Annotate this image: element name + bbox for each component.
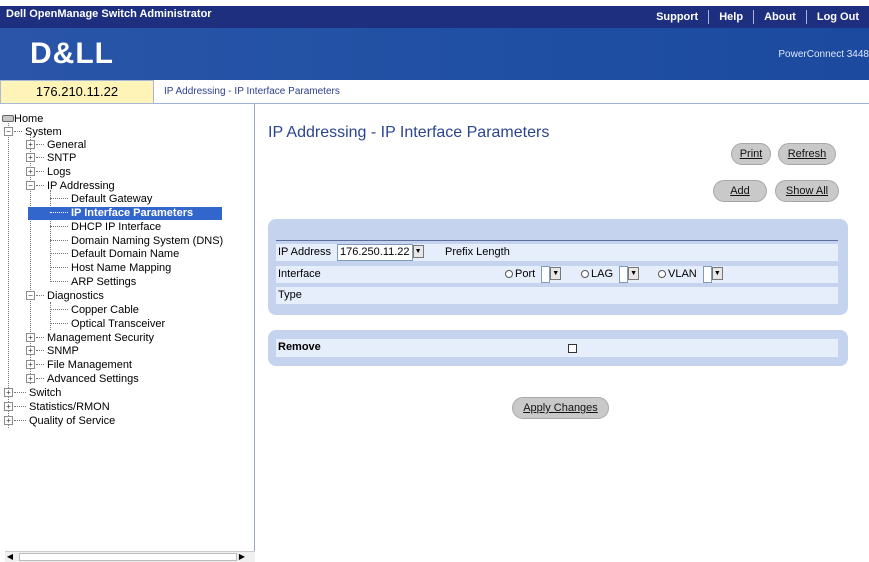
expand-icon[interactable]: + xyxy=(26,333,35,342)
expand-icon[interactable]: + xyxy=(26,167,35,176)
scroll-left-icon[interactable]: ◀ xyxy=(5,552,15,562)
app-title: Dell OpenManage Switch Administrator xyxy=(6,8,212,20)
remove-checkbox[interactable] xyxy=(568,342,577,359)
tree-ip-addressing[interactable]: − IP Addressing xyxy=(26,180,115,193)
top-bar: Dell OpenManage Switch Administrator Sup… xyxy=(0,0,869,28)
vlan-select[interactable] xyxy=(702,266,712,283)
expand-icon[interactable]: + xyxy=(26,346,35,355)
banner: D&LL PowerConnect 3448 xyxy=(0,28,869,80)
expand-icon[interactable]: + xyxy=(26,360,35,369)
expand-icon[interactable]: + xyxy=(26,153,35,162)
add-button[interactable]: Add xyxy=(713,180,767,202)
print-button[interactable]: Print xyxy=(731,143,771,165)
tree-copper-cable[interactable]: Copper Cable xyxy=(50,304,139,317)
address-row: 176.210.11.22 IP Addressing - IP Interfa… xyxy=(0,80,869,104)
page-title: IP Addressing - IP Interface Parameters xyxy=(268,124,550,141)
navigation-tree: Home − System + General + SNTP + Logs − IP Ad… xyxy=(0,104,255,562)
show-all-button[interactable]: Show All xyxy=(775,180,839,202)
tree-advanced-settings[interactable]: + Advanced Settings xyxy=(26,373,139,386)
tree-optical-transceiver[interactable]: Optical Transceiver xyxy=(50,318,165,331)
type-label: Type xyxy=(278,289,302,301)
device-ip: 176.210.11.22 xyxy=(0,80,154,104)
tree-dhcp-ip-interface[interactable]: DHCP IP Interface xyxy=(50,221,161,234)
tree-management-security[interactable]: + Management Security xyxy=(26,332,154,345)
vlan-radio[interactable] xyxy=(658,270,666,278)
expand-icon[interactable]: + xyxy=(26,374,35,383)
tree-quality-of-service[interactable]: + Quality of Service xyxy=(4,415,115,428)
tree-diagnostics[interactable]: − Diagnostics xyxy=(26,290,104,303)
tree-logs[interactable]: + Logs xyxy=(26,166,71,179)
vlan-option[interactable]: VLAN ▼ xyxy=(658,266,723,283)
apply-changes-button[interactable]: Apply Changes xyxy=(512,397,609,419)
tree-default-domain-name[interactable]: Default Domain Name xyxy=(50,248,179,261)
expand-icon[interactable]: + xyxy=(4,402,13,411)
product-name: PowerConnect 3448 xyxy=(778,49,869,60)
lag-option[interactable]: LAG ▼ xyxy=(581,266,640,283)
scroll-thumb[interactable] xyxy=(19,553,237,561)
port-option[interactable]: Port ▼ xyxy=(505,266,562,283)
tree-arp-settings[interactable]: ARP Settings xyxy=(50,276,136,289)
type-row: Type xyxy=(276,287,838,304)
tree-home[interactable]: Home xyxy=(2,113,43,126)
refresh-button[interactable]: Refresh xyxy=(778,143,836,165)
ip-address-select[interactable]: 176.250.11.22 ▼ xyxy=(337,244,424,261)
tree-statistics-rmon[interactable]: + Statistics/RMON xyxy=(4,401,110,414)
tree-file-management[interactable]: + File Management xyxy=(26,359,132,372)
tree-line xyxy=(8,120,9,420)
tree-horizontal-scrollbar[interactable]: ◀ ▶ xyxy=(5,551,255,562)
tree-general[interactable]: + General xyxy=(26,139,86,152)
about-link[interactable]: About xyxy=(754,11,806,23)
dell-logo: D&LL xyxy=(30,37,114,70)
support-link[interactable]: Support xyxy=(646,11,708,23)
ip-address-row: IP Address 176.250.11.22 ▼ Prefix Length xyxy=(276,244,838,261)
remove-label: Remove xyxy=(278,341,321,353)
breadcrumb: IP Addressing - IP Interface Parameters xyxy=(164,86,340,97)
tree-ip-interface-parameters[interactable]: IP Interface Parameters xyxy=(28,207,222,220)
interface-row: Interface Port ▼ LAG ▼ VLAN ▼ xyxy=(276,266,838,283)
tree-sntp[interactable]: + SNTP xyxy=(26,152,76,165)
remove-checkbox-box[interactable] xyxy=(568,344,577,353)
port-select[interactable] xyxy=(541,266,551,283)
ip-address-label: IP Address xyxy=(278,246,331,258)
dropdown-arrow-icon[interactable]: ▼ xyxy=(550,267,562,280)
scroll-right-icon[interactable]: ▶ xyxy=(237,552,247,562)
port-radio[interactable] xyxy=(505,270,513,278)
interface-label: Interface xyxy=(278,268,321,280)
tree-dns[interactable]: Domain Naming System (DNS) xyxy=(50,235,223,248)
help-link[interactable]: Help xyxy=(709,11,753,23)
dropdown-arrow-icon[interactable]: ▼ xyxy=(412,245,424,258)
dropdown-arrow-icon[interactable]: ▼ xyxy=(628,267,640,280)
logout-link[interactable]: Log Out xyxy=(807,11,869,23)
expand-icon[interactable]: + xyxy=(4,388,13,397)
lag-radio[interactable] xyxy=(581,270,589,278)
tree-snmp[interactable]: + SNMP xyxy=(26,345,79,358)
dropdown-arrow-icon[interactable]: ▼ xyxy=(711,267,723,280)
tree-switch[interactable]: + Switch xyxy=(4,387,61,400)
expand-icon[interactable]: + xyxy=(26,140,35,149)
top-links: Support Help About Log Out xyxy=(646,6,869,28)
expand-icon[interactable]: + xyxy=(4,416,13,425)
collapse-icon[interactable]: − xyxy=(26,181,35,190)
prefix-length-label: Prefix Length xyxy=(445,246,510,258)
tree-host-name-mapping[interactable]: Host Name Mapping xyxy=(50,262,171,275)
tree-system[interactable]: − System xyxy=(4,126,62,139)
tree-default-gateway[interactable]: Default Gateway xyxy=(50,193,152,206)
collapse-icon[interactable]: − xyxy=(26,291,35,300)
remove-row: Remove xyxy=(276,339,838,357)
lag-select[interactable] xyxy=(619,266,629,283)
collapse-icon[interactable]: − xyxy=(4,127,13,136)
divider xyxy=(276,240,838,241)
drive-icon xyxy=(2,115,14,122)
